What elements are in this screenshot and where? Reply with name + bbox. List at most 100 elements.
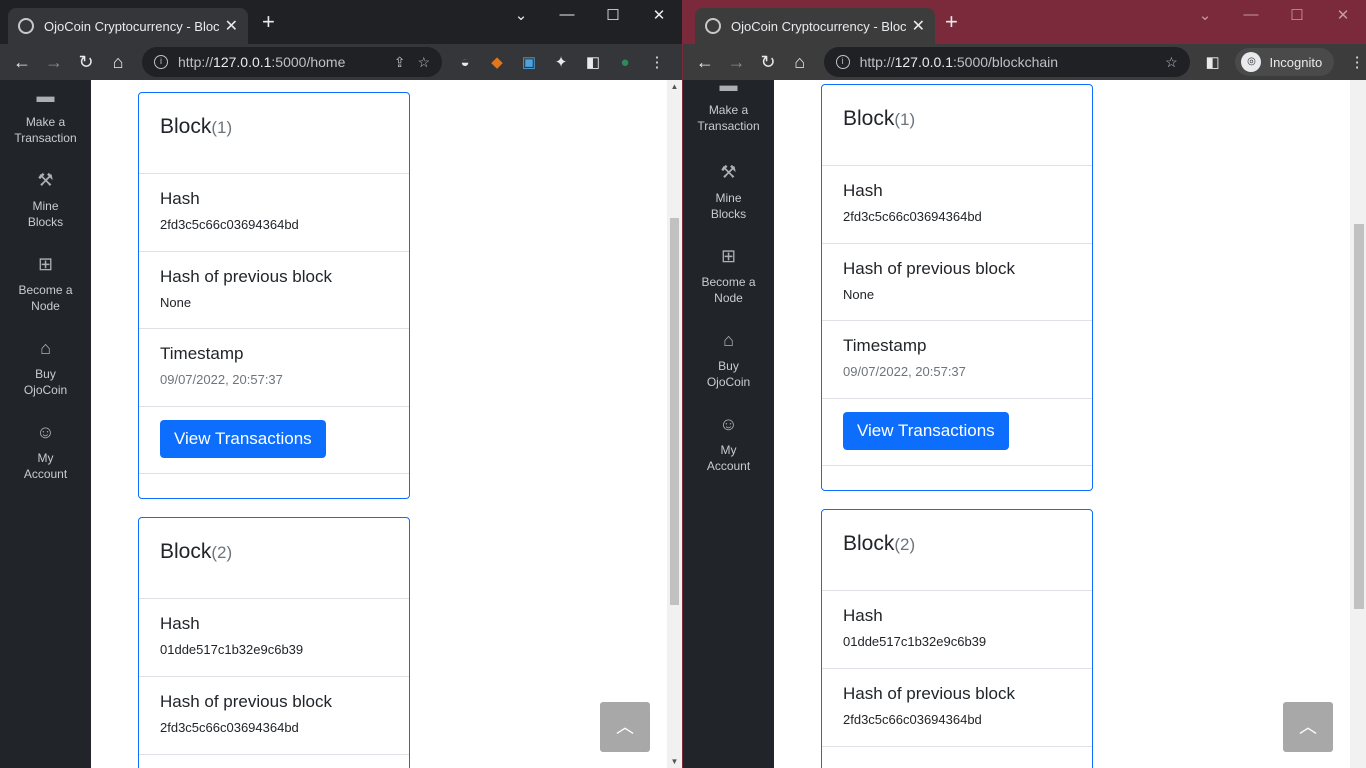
- home-icon[interactable]: ⌂: [102, 52, 134, 73]
- sidebar-item-my-account[interactable]: ☺ My Account: [683, 414, 774, 474]
- view-transactions-button[interactable]: View Transactions: [160, 420, 326, 458]
- globe-icon: [18, 18, 34, 34]
- url-scheme: http://: [178, 54, 214, 70]
- bookmark-star-icon[interactable]: ☆: [1165, 54, 1178, 71]
- site-info-icon[interactable]: i: [835, 55, 850, 69]
- new-tab-icon[interactable]: +: [945, 11, 958, 33]
- hash-row: Hash 01dde517c1b32e9c6b39: [139, 599, 409, 677]
- address-bar[interactable]: i http://127.0.0.1:5000/home ⇪ ☆: [142, 47, 442, 77]
- url-path: :5000/blockchain: [952, 54, 1059, 70]
- menu-kebab-icon[interactable]: ⋮: [1348, 53, 1366, 71]
- side-panel-icon[interactable]: ◧: [1204, 53, 1222, 71]
- sidebar-item-make-transaction[interactable]: ▬ Make a Transaction: [0, 86, 91, 146]
- minimize-icon[interactable]: —: [1228, 6, 1274, 24]
- prev-hash-row: Hash of previous block 2fd3c5c66c0369436…: [822, 669, 1092, 747]
- back-icon[interactable]: ←: [6, 52, 38, 73]
- browser-window-right: OjoCoin Cryptocurrency - Blockch ✕ + ⌄ —…: [683, 0, 1366, 768]
- share-icon[interactable]: ⇪: [394, 54, 406, 71]
- block-card-2: Block(2) Hash 01dde517c1b32e9c6b39 Hash …: [821, 509, 1093, 768]
- new-tab-icon[interactable]: +: [262, 11, 275, 33]
- window-controls: ⌄ — ☐ ✕: [1182, 6, 1366, 24]
- store-icon: ⌂: [723, 330, 734, 350]
- sidebar-item-my-account[interactable]: ☺ My Account: [0, 422, 91, 482]
- tab-search-icon[interactable]: ⌄: [498, 6, 544, 24]
- browser-toolbar: ← → ↻ ⌂ i http://127.0.0.1:5000/home ⇪ ☆…: [0, 44, 682, 80]
- scrollbar-thumb[interactable]: [1354, 224, 1364, 609]
- window-controls: ⌄ — ☐ ✕: [498, 6, 682, 24]
- sidebar-item-buy-ojocoin[interactable]: ⌂ Buy OjoCoin: [683, 330, 774, 390]
- block-card-2: Block(2) Hash 01dde517c1b32e9c6b39 Hash …: [138, 517, 410, 768]
- hash-value: 2fd3c5c66c03694364bd: [843, 209, 982, 224]
- sidebar-item-mine-blocks[interactable]: ⚒ Mine Blocks: [683, 162, 774, 222]
- credit-card-icon: ▬: [719, 75, 738, 95]
- address-bar[interactable]: i http://127.0.0.1:5000/blockchain ☆: [823, 47, 1190, 77]
- url-scheme: http://: [859, 54, 895, 70]
- network-icon: ⊞: [37, 254, 54, 274]
- scrollbar[interactable]: [1350, 80, 1366, 768]
- close-window-icon[interactable]: ✕: [1320, 6, 1366, 24]
- maximize-icon[interactable]: ☐: [590, 6, 636, 24]
- reload-icon[interactable]: ↻: [70, 52, 102, 73]
- url-path: :5000/home: [271, 54, 346, 70]
- extension-square-icon[interactable]: ▣: [520, 53, 538, 71]
- scrollbar-thumb[interactable]: [670, 218, 679, 605]
- sidebar-item-become-node[interactable]: ⊞ Become a Node: [0, 254, 91, 314]
- browser-tab[interactable]: OjoCoin Cryptocurrency - Blockch ✕: [695, 8, 935, 44]
- prev-hash-row: Hash of previous block 2fd3c5c66c0369436…: [139, 677, 409, 755]
- browser-toolbar: ← → ↻ ⌂ i http://127.0.0.1:5000/blockcha…: [683, 44, 1366, 80]
- scroll-top-button[interactable]: ︿: [1283, 702, 1333, 752]
- extensions-puzzle-icon[interactable]: ✦: [552, 53, 570, 71]
- block-card-1: Block(1) Hash 2fd3c5c66c03694364bd Hash …: [821, 84, 1093, 491]
- scroll-down-arrow-icon[interactable]: ▼: [667, 757, 682, 766]
- url-host: 127.0.0.1: [213, 54, 272, 70]
- user-icon: ☺: [719, 414, 738, 434]
- menu-kebab-icon[interactable]: ⋮: [648, 53, 666, 71]
- close-tab-icon[interactable]: ✕: [225, 16, 238, 36]
- block-header: Block(1): [822, 85, 1092, 166]
- tab-search-icon[interactable]: ⌄: [1182, 6, 1228, 24]
- scroll-top-button[interactable]: ︿: [600, 702, 650, 752]
- bookmark-star-icon[interactable]: ☆: [417, 54, 430, 71]
- sidebar-item-make-transaction[interactable]: ▬ Make a Transaction: [683, 75, 774, 134]
- hash-row: Hash 2fd3c5c66c03694364bd: [139, 174, 409, 252]
- scrollbar[interactable]: ▲ ▼: [667, 80, 682, 768]
- hash-row: Hash 2fd3c5c66c03694364bd: [822, 166, 1092, 244]
- view-transactions-button[interactable]: View Transactions: [843, 412, 1009, 450]
- sidebar-item-mine-blocks[interactable]: ⚒ Mine Blocks: [0, 171, 91, 230]
- forward-icon[interactable]: →: [38, 52, 70, 73]
- prev-hash-row: Hash of previous block None: [139, 252, 409, 329]
- site-info-icon[interactable]: i: [154, 55, 168, 69]
- hash-value: 01dde517c1b32e9c6b39: [843, 634, 987, 649]
- browser-tab[interactable]: OjoCoin Cryptocurrency - Blockch ✕: [8, 8, 248, 44]
- close-tab-icon[interactable]: ✕: [912, 16, 925, 36]
- hash-row: Hash 01dde517c1b32e9c6b39: [822, 591, 1092, 669]
- metamask-icon[interactable]: ◆: [488, 53, 506, 71]
- incognito-badge[interactable]: ◎ Incognito: [1235, 48, 1335, 76]
- profile-avatar-icon[interactable]: ●: [616, 54, 634, 71]
- forward-icon[interactable]: →: [721, 52, 753, 73]
- home-icon[interactable]: ⌂: [784, 52, 816, 73]
- back-icon[interactable]: ←: [689, 52, 721, 73]
- maximize-icon[interactable]: ☐: [1274, 6, 1320, 24]
- timestamp-value: 09/07/2022, 20:57:37: [843, 364, 966, 379]
- close-window-icon[interactable]: ✕: [636, 6, 682, 24]
- side-panel-icon[interactable]: ◧: [584, 53, 602, 71]
- reload-icon[interactable]: ↻: [752, 52, 784, 73]
- tab-bar: OjoCoin Cryptocurrency - Blockch ✕ + ⌄ —…: [683, 0, 1366, 44]
- credit-card-icon: ▬: [36, 86, 55, 106]
- tab-title: OjoCoin Cryptocurrency - Blockch: [731, 18, 906, 34]
- timestamp-value: 09/07/2022, 20:57:37: [160, 372, 283, 387]
- user-icon: ☺: [36, 422, 55, 442]
- tab-bar: OjoCoin Cryptocurrency - Blockch ✕ + ⌄ —…: [0, 0, 682, 44]
- minimize-icon[interactable]: —: [544, 6, 590, 24]
- sidebar-item-become-node[interactable]: ⊞ Become a Node: [683, 247, 774, 306]
- extension-hat-icon[interactable]: ◒: [456, 54, 474, 71]
- hash-value: 2fd3c5c66c03694364bd: [160, 217, 299, 232]
- store-icon: ⌂: [40, 338, 51, 358]
- hammer-icon: ⚒: [720, 162, 737, 182]
- sidebar: ▬ Make a Transaction ⚒ Mine Blocks ⊞ Bec…: [683, 75, 774, 768]
- scroll-up-arrow-icon[interactable]: ▲: [667, 82, 682, 91]
- sidebar-item-buy-ojocoin[interactable]: ⌂ Buy OjoCoin: [0, 338, 91, 398]
- prev-hash-value: None: [843, 287, 875, 302]
- button-row: View Transactions: [139, 407, 409, 474]
